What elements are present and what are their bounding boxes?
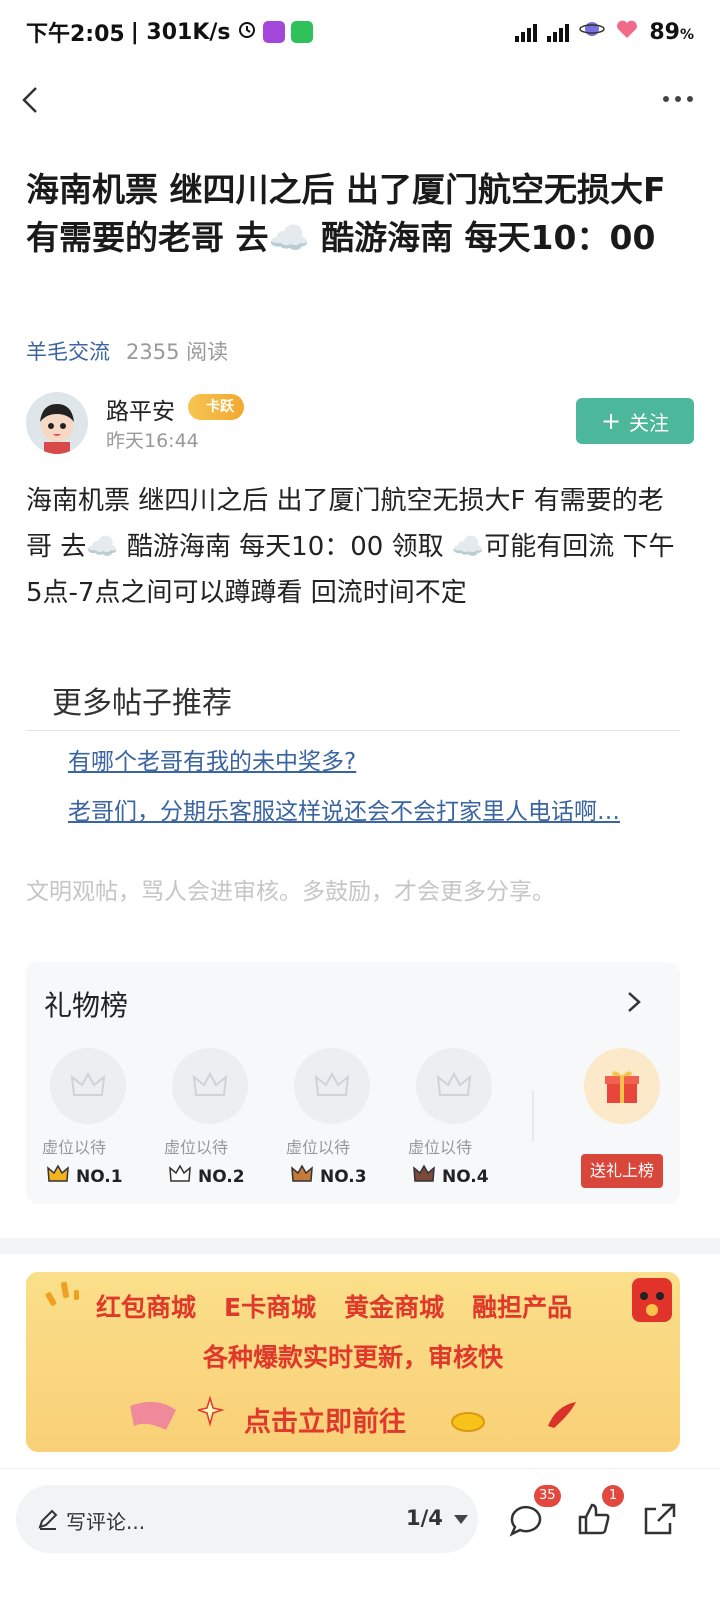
follow-label: 关注 xyxy=(629,410,670,435)
read-count: 2355 阅读 xyxy=(126,340,229,364)
post-title: 海南机票 继四川之后 出了厦门航空无损大F 有需要的老哥 去☁️ 酷游海南 每天… xyxy=(26,170,666,257)
post-body: 海南机票 继四川之后 出了厦门航空无损大F 有需要的老哥 去☁️ 酷游海南 每天… xyxy=(26,486,675,608)
post-meta: 羊毛交流 2355 阅读 xyxy=(26,336,228,366)
crown-icon xyxy=(412,1164,436,1189)
more-icon[interactable] xyxy=(658,84,698,114)
rank-number: NO.3 xyxy=(320,1166,367,1187)
gift-box-icon[interactable] xyxy=(584,1048,660,1124)
app-icon xyxy=(262,21,285,43)
post-time: 昨天16:44 xyxy=(106,430,199,452)
vacant-label: 虚位以待 xyxy=(408,1138,473,1157)
rank-number: NO.2 xyxy=(198,1166,245,1187)
author-badge: 卡跃 xyxy=(188,394,244,420)
ribbon-icon xyxy=(130,1401,176,1430)
banner-item: E卡商城 xyxy=(224,1293,317,1322)
follow-button[interactable]: + 关注 xyxy=(576,398,694,444)
civil-notice: 文明观帖，骂人会进审核。多鼓励，才会更多分享。 xyxy=(26,879,555,905)
author-name[interactable]: 路平安 xyxy=(106,392,175,426)
top-nav xyxy=(0,70,720,130)
crown-icon[interactable] xyxy=(294,1048,370,1124)
vacant-label: 虚位以待 xyxy=(286,1138,351,1157)
gift-board-title: 礼物榜 xyxy=(44,989,129,1022)
like-count-badge: 1 xyxy=(602,1485,624,1507)
planet-icon xyxy=(579,18,606,46)
rank-number: NO.4 xyxy=(442,1166,489,1187)
gift-slot: 虚位以待 NO.2 xyxy=(164,1048,254,1187)
sparkle-icon xyxy=(45,1281,79,1306)
divider xyxy=(532,1090,534,1142)
author-row: 路平安 卡跃 昨天16:44 + 关注 xyxy=(26,392,694,456)
promo-banner[interactable]: 红包商城 E卡商城 黄金商城 融担产品 各种爆款实时更新，审核快 点击立即前往 xyxy=(26,1272,680,1452)
banner-categories: 红包商城 E卡商城 黄金商城 融担产品 xyxy=(96,1288,572,1324)
comment-placeholder: 写评论... xyxy=(66,1510,146,1534)
banner-item: 黄金商城 xyxy=(344,1293,445,1322)
rank-label: NO.2 xyxy=(168,1164,245,1189)
crown-icon xyxy=(46,1164,70,1189)
banner-subtitle: 各种爆款实时更新，审核快 xyxy=(202,1343,503,1372)
heart-icon xyxy=(615,18,639,46)
bottom-bar: 写评论... 1/4 35 1 xyxy=(0,1468,720,1600)
coin-icon xyxy=(451,1412,485,1432)
category-link[interactable]: 羊毛交流 xyxy=(26,336,110,366)
comment-input[interactable]: 写评论... 1/4 xyxy=(16,1485,478,1553)
battery-level: 89 xyxy=(649,19,680,45)
status-time: 下午2:05 xyxy=(26,22,125,47)
star-icon xyxy=(198,1395,225,1427)
rank-number: NO.1 xyxy=(76,1166,123,1187)
gift-slot: 虚位以待 NO.1 xyxy=(42,1048,132,1187)
wechat-icon xyxy=(290,21,313,43)
send-gift-button[interactable]: 送礼上榜 xyxy=(581,1154,663,1188)
status-speed: | 301K/s xyxy=(130,19,231,45)
status-bar: 下午2:05 | 301K/s 89% xyxy=(0,0,720,64)
signal-icon xyxy=(547,22,570,42)
crown-icon[interactable] xyxy=(172,1048,248,1124)
section-separator xyxy=(0,1238,720,1254)
recommend-link[interactable]: 有哪个老哥有我的未中奖多? xyxy=(68,742,652,776)
pen-icon xyxy=(36,1507,60,1535)
battery-unit: % xyxy=(679,26,694,43)
page-indicator[interactable]: 1/4 xyxy=(406,1506,443,1530)
crown-icon xyxy=(168,1164,192,1189)
gift-board: 礼物榜 虚位以待 NO.1 虚位以待 NO.2 虚位以待 NO.3 虚位以待 N… xyxy=(26,962,680,1204)
banner-item: 融担产品 xyxy=(472,1293,573,1322)
vacant-label: 虚位以待 xyxy=(42,1138,107,1157)
rank-label: NO.3 xyxy=(290,1164,367,1189)
banner-cta[interactable]: 点击立即前往 xyxy=(244,1400,406,1439)
crown-icon[interactable] xyxy=(416,1048,492,1124)
banner-item: 红包商城 xyxy=(96,1293,197,1322)
red-packet-mascot-icon xyxy=(632,1278,672,1322)
ribbon-icon xyxy=(548,1402,576,1428)
gift-slot: 虚位以待 NO.4 xyxy=(408,1048,498,1187)
chevron-right-icon[interactable] xyxy=(624,988,644,1016)
share-icon[interactable] xyxy=(640,1499,680,1539)
avatar[interactable] xyxy=(26,392,88,454)
divider xyxy=(26,730,680,731)
vacant-label: 虚位以待 xyxy=(164,1138,229,1157)
rank-label: NO.4 xyxy=(412,1164,489,1189)
recommend-link[interactable]: 老哥们，分期乐客服这样说还会不会打家里人电话啊… xyxy=(68,792,652,826)
rank-label: NO.1 xyxy=(46,1164,123,1189)
back-icon[interactable] xyxy=(14,82,50,118)
gift-slot: 虚位以待 NO.3 xyxy=(286,1048,376,1187)
plus-icon: + xyxy=(600,407,622,435)
crown-icon[interactable] xyxy=(50,1048,126,1124)
signal-icon xyxy=(515,22,538,42)
caret-down-icon[interactable] xyxy=(454,1515,468,1524)
comment-count-badge: 35 xyxy=(534,1485,561,1507)
crown-icon xyxy=(290,1164,314,1189)
alarm-icon xyxy=(237,19,257,45)
recommend-title: 更多帖子推荐 xyxy=(52,686,232,721)
